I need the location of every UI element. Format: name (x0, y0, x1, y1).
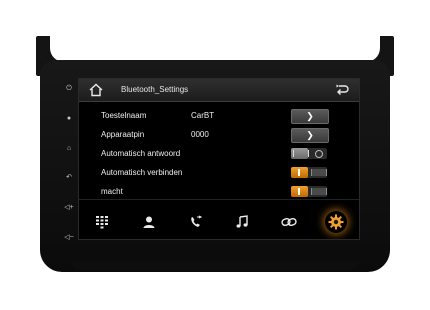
power-toggle[interactable] (291, 186, 327, 197)
chevron-right-icon: ❯ (306, 130, 314, 140)
bottom-dock (79, 207, 359, 237)
chevron-right-icon: ❯ (306, 111, 314, 121)
device-pin-label: Apparaatpin (101, 130, 145, 139)
device-pin-value: 0000 (191, 130, 209, 139)
on-bar-icon (298, 188, 300, 195)
settings-icon[interactable] (325, 211, 347, 233)
home-icon[interactable] (89, 83, 103, 97)
row-device-pin: Apparaatpin 0000 ❯ (93, 126, 349, 143)
screen: Bluetooth_Settings Toestelnaam CarBT ❯ A… (78, 78, 360, 240)
power-icon[interactable]: ⏻ (63, 85, 75, 92)
auto-answer-toggle[interactable] (291, 148, 327, 159)
home-side-icon[interactable]: ⌂ (63, 145, 75, 152)
dashboard-cutout (50, 36, 380, 62)
auto-connect-label: Automatisch verbinden (101, 168, 183, 177)
row-device-name: Toestelnaam CarBT ❯ (93, 107, 349, 124)
back-icon[interactable] (335, 83, 349, 97)
side-button-rail: ⏻ ● ⌂ ↶ ◁+ ◁− (60, 74, 78, 252)
toggle-track (311, 169, 327, 176)
on-bar-icon (298, 169, 300, 176)
call-log-icon[interactable] (185, 211, 207, 233)
device-name-arrow-button[interactable]: ❯ (291, 109, 329, 124)
row-auto-answer: Automatisch antwoord (93, 145, 349, 162)
music-icon[interactable] (231, 211, 253, 233)
device-name-value: CarBT (191, 111, 215, 120)
off-circle-icon (315, 150, 323, 158)
row-power: macht (93, 183, 349, 200)
dock-divider (79, 199, 359, 200)
power-label: macht (101, 187, 123, 196)
volume-up-icon[interactable]: ◁+ (63, 204, 75, 211)
device-name-label: Toestelnaam (101, 111, 147, 120)
link-icon[interactable] (278, 211, 300, 233)
device-bezel-bottom (72, 262, 358, 270)
toggle-track (293, 150, 309, 157)
row-auto-connect: Automatisch verbinden (93, 164, 349, 181)
back-side-icon[interactable]: ↶ (63, 174, 75, 181)
device-pin-arrow-button[interactable]: ❯ (291, 128, 329, 143)
auto-answer-label: Automatisch antwoord (101, 149, 181, 158)
title-bar: Bluetooth_Settings (79, 79, 359, 102)
dialpad-icon[interactable] (91, 211, 113, 233)
contacts-icon[interactable] (138, 211, 160, 233)
volume-down-icon[interactable]: ◁− (63, 234, 75, 241)
mic-icon[interactable]: ● (63, 115, 75, 122)
page-title: Bluetooth_Settings (121, 85, 189, 94)
auto-connect-toggle[interactable] (291, 167, 327, 178)
toggle-track (311, 188, 327, 195)
